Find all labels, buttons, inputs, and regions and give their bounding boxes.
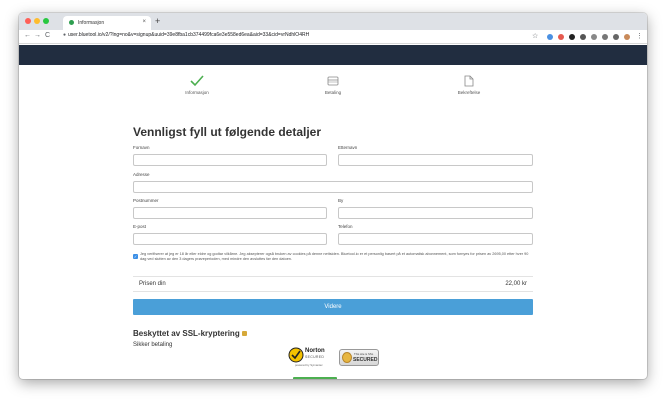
extension-w-icon[interactable]	[580, 34, 586, 40]
extension-blue-icon[interactable]	[547, 34, 553, 40]
extension-square-icon[interactable]	[602, 34, 608, 40]
extension-red-icon[interactable]	[558, 34, 564, 40]
lastname-label: Etternavn	[338, 145, 358, 150]
reload-icon[interactable]: C	[45, 32, 50, 39]
close-window-button[interactable]	[25, 18, 31, 24]
favicon-icon	[69, 20, 74, 25]
step-betaling: Betaling	[293, 75, 373, 95]
lock-icon: ●	[63, 32, 67, 38]
continue-button[interactable]: Videre	[133, 299, 533, 315]
star-icon[interactable]: ☆	[532, 32, 538, 40]
url-text: user.bluetool.io/v2/?lng=no&v=signup&uui…	[68, 32, 310, 38]
extension-info-icon[interactable]	[569, 34, 575, 40]
tab-close-icon[interactable]: ×	[142, 19, 146, 25]
step-bekreftelse: Bekreftelse	[429, 75, 509, 95]
browser-window: Informasjon × + ← → C ● user.bluetool.io/…	[19, 13, 647, 379]
site-header	[19, 45, 647, 65]
consent-text: Jeg verifiserer at jeg er 18 år eller el…	[140, 252, 529, 261]
consent-checkbox[interactable]: ✓	[133, 254, 138, 259]
progress-steps: Informasjon Betaling Bekreftelse	[19, 75, 647, 115]
step-label: Informasjon	[185, 90, 209, 95]
norton-brand: Norton	[305, 348, 325, 354]
ssl-title-text: Beskyttet av SSL-kryptering	[133, 329, 240, 338]
zip-label: Postnummer	[133, 198, 159, 203]
email-field[interactable]	[133, 233, 327, 245]
step-label: Betaling	[324, 90, 342, 95]
check-icon	[190, 75, 204, 87]
zip-field[interactable]	[133, 207, 327, 219]
firstname-field[interactable]	[133, 154, 327, 166]
extension-grid-icon[interactable]	[591, 34, 597, 40]
footer-stub	[293, 377, 337, 379]
ssl-badge-bottom: SECURED	[353, 357, 378, 363]
norton-secured: SECURED	[305, 355, 325, 359]
price-value: 22,00 kr	[505, 281, 527, 287]
address-label: Adresse	[133, 172, 150, 177]
norton-badge: Norton SECURED powered by Symantec	[287, 346, 333, 370]
payment-icon	[327, 76, 339, 86]
norton-powered: powered by Symantec	[295, 363, 323, 367]
page-title: Vennligst fyll ut følgende detaljer	[133, 125, 322, 139]
lastname-field[interactable]	[338, 154, 533, 166]
back-icon[interactable]: ←	[24, 32, 31, 39]
ssl-seal-icon	[342, 352, 352, 363]
address-bar: ← → C ● user.bluetool.io/v2/?lng=no&v=sig…	[19, 30, 647, 44]
firstname-label: Fornavn	[133, 145, 150, 150]
ssl-badge-top: This site is SSL	[354, 352, 374, 356]
ssl-title: Beskyttet av SSL-kryptering	[133, 329, 247, 338]
tab-title: Informasjon	[78, 20, 105, 26]
norton-check-icon	[288, 347, 304, 363]
secure-payment-text: Sikker betaling	[133, 342, 173, 348]
padlock-icon	[241, 331, 247, 337]
tab-informasjon[interactable]: Informasjon ×	[63, 16, 151, 30]
extension-puzzle-icon[interactable]	[613, 34, 619, 40]
phone-field[interactable]	[338, 233, 533, 245]
document-icon	[464, 75, 474, 87]
maximize-window-button[interactable]	[43, 18, 49, 24]
step-label: Bekreftelse	[457, 90, 481, 95]
city-field[interactable]	[338, 207, 533, 219]
minimize-window-button[interactable]	[34, 18, 40, 24]
ssl-secured-badge: This site is SSL SECURED	[339, 349, 379, 366]
tab-bar: Informasjon × +	[19, 13, 647, 30]
forward-icon[interactable]: →	[34, 32, 41, 39]
phone-label: Telefon	[338, 224, 353, 229]
step-informasjon: Informasjon	[157, 75, 237, 95]
address-field[interactable]	[133, 181, 533, 193]
email-label: E-post	[133, 224, 147, 229]
url-field[interactable]: ● user.bluetool.io/v2/?lng=no&v=signup&uu…	[63, 32, 309, 38]
avatar[interactable]	[624, 34, 630, 40]
city-label: By	[338, 198, 344, 203]
menu-icon[interactable]: ⋮	[636, 32, 643, 40]
new-tab-button[interactable]: +	[155, 16, 160, 26]
price-row: Prisen din 22,00 kr	[133, 276, 533, 292]
price-label: Prisen din	[139, 281, 166, 287]
